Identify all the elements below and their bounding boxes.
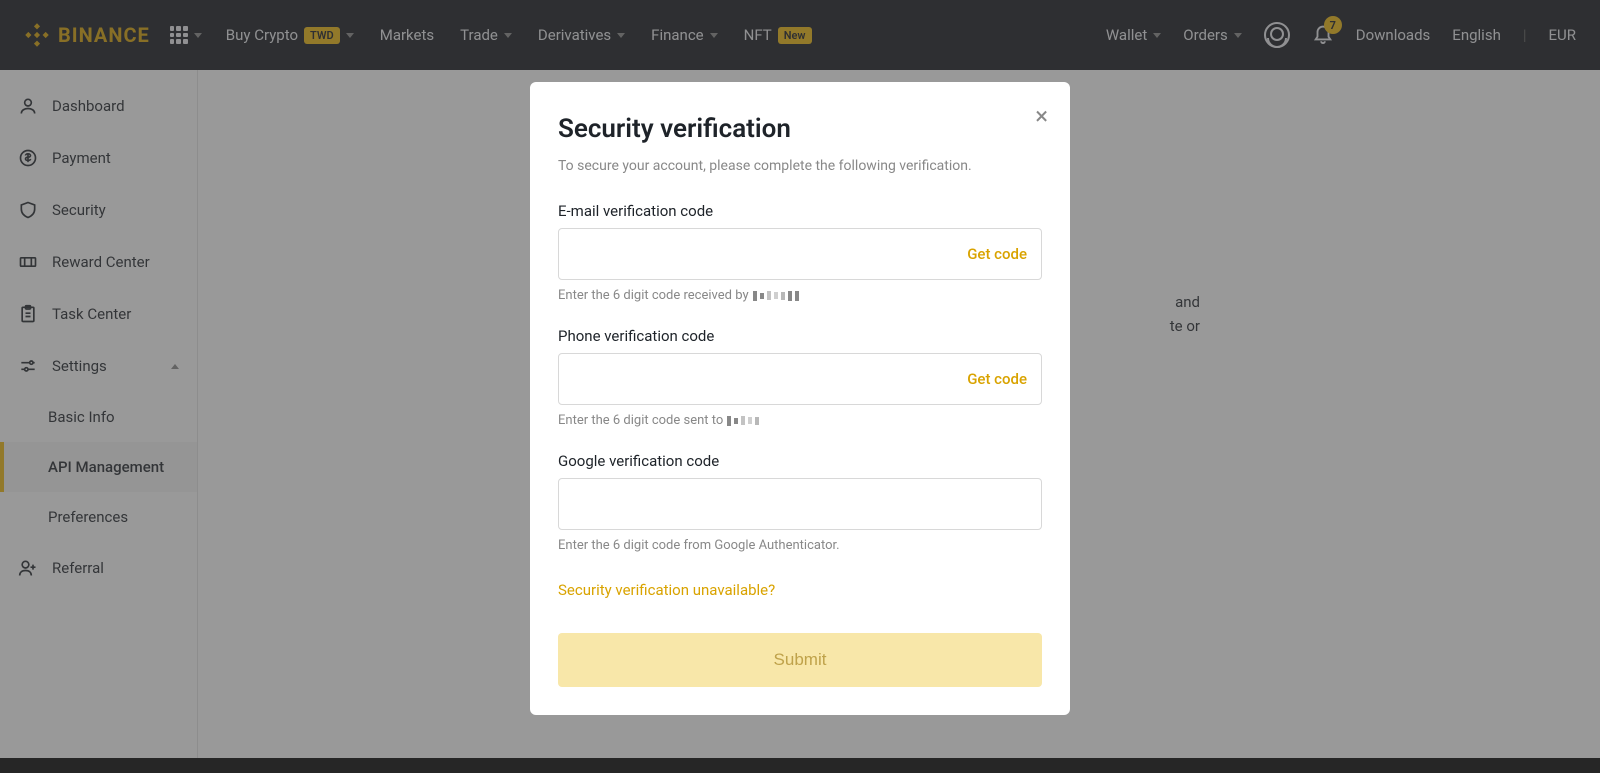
hint-text: Enter the 6 digit code from Google Authe… — [558, 538, 840, 553]
phone-code-input-wrap: Get code — [558, 353, 1042, 405]
email-code-label: E-mail verification code — [558, 202, 1042, 220]
email-code-group: E-mail verification code Get code Enter … — [558, 202, 1042, 303]
phone-code-hint: Enter the 6 digit code sent to — [558, 413, 1042, 428]
phone-code-label: Phone verification code — [558, 327, 1042, 345]
email-code-hint: Enter the 6 digit code received by — [558, 288, 1042, 303]
google-code-group: Google verification code Enter the 6 dig… — [558, 452, 1042, 553]
get-phone-code-button[interactable]: Get code — [967, 370, 1027, 388]
google-code-label: Google verification code — [558, 452, 1042, 470]
email-code-input-wrap: Get code — [558, 228, 1042, 280]
close-button[interactable]: × — [1035, 104, 1048, 128]
verification-unavailable-link[interactable]: Security verification unavailable? — [558, 581, 775, 599]
submit-button[interactable]: Submit — [558, 633, 1042, 687]
get-email-code-button[interactable]: Get code — [967, 245, 1027, 263]
security-verification-modal: × Security verification To secure your a… — [530, 82, 1070, 715]
modal-overlay: × Security verification To secure your a… — [0, 0, 1600, 773]
redacted-phone — [727, 416, 759, 426]
hint-text: Enter the 6 digit code received by — [558, 288, 749, 303]
redacted-email — [753, 291, 799, 301]
phone-code-group: Phone verification code Get code Enter t… — [558, 327, 1042, 428]
phone-code-input[interactable] — [573, 371, 967, 388]
google-code-hint: Enter the 6 digit code from Google Authe… — [558, 538, 1042, 553]
google-code-input[interactable] — [573, 496, 1027, 513]
email-code-input[interactable] — [573, 246, 967, 263]
modal-title: Security verification — [558, 114, 1042, 144]
hint-text: Enter the 6 digit code sent to — [558, 413, 723, 428]
google-code-input-wrap — [558, 478, 1042, 530]
modal-subtitle: To secure your account, please complete … — [558, 158, 1042, 174]
